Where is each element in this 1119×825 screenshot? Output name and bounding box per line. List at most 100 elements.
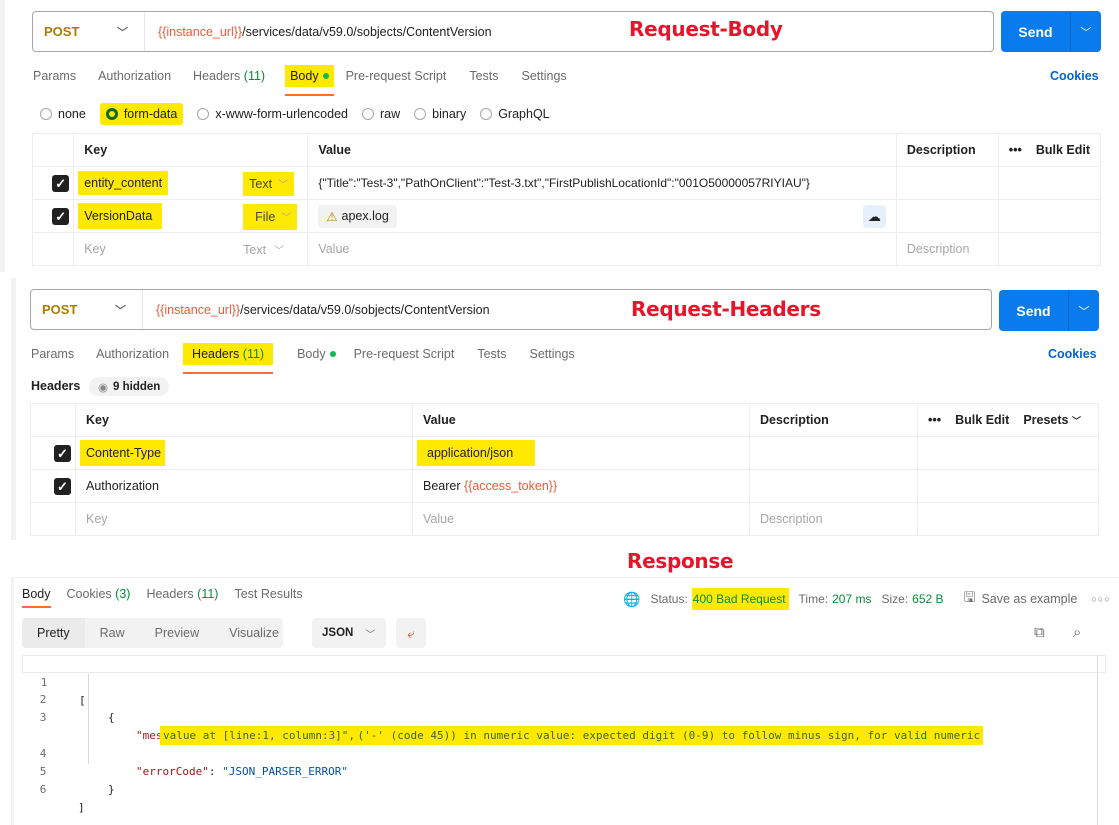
row-key[interactable]: entity_content xyxy=(73,166,234,200)
tab-body[interactable]: Body xyxy=(297,347,336,361)
row-value[interactable]: application/json xyxy=(412,436,750,470)
column-description: Description xyxy=(895,133,999,167)
tab-headers[interactable]: Headers (11) xyxy=(193,69,265,83)
url-bar: POST ﹀ {{instance_url}}/services/data/v5… xyxy=(32,11,994,52)
headers-section-label: Headers xyxy=(31,379,81,393)
response-tab-test-results[interactable]: Test Results xyxy=(234,587,302,601)
globe-lock-icon[interactable]: 🌐 xyxy=(623,591,640,608)
response-tab-cookies[interactable]: Cookies (3) xyxy=(67,587,131,601)
status-dot-icon xyxy=(329,351,336,357)
tab-authorization[interactable]: Authorization xyxy=(98,69,171,83)
headers-table: Key Value Description ••• Bulk Edit Preset… xyxy=(30,403,1099,536)
more-options-icon[interactable]: ••• xyxy=(928,413,941,427)
presets-dropdown[interactable]: Presets ﹀ xyxy=(1023,413,1081,427)
copy-icon[interactable]: ⧉ xyxy=(1034,624,1045,641)
response-body-code[interactable]: 1 [ 2 { 3 "message": "Unexpected charact… xyxy=(22,655,1106,814)
value-input[interactable]: Value xyxy=(307,232,897,266)
send-button[interactable]: Send ﹀ xyxy=(999,290,1099,331)
row-value[interactable]: {"Title":"Test-3","PathOnClient":"Test-3… xyxy=(307,166,897,200)
row-checkbox[interactable]: ✓ xyxy=(31,199,75,233)
response-tab-body[interactable]: Body xyxy=(22,587,51,608)
radio-form-data[interactable]: form-data xyxy=(99,103,184,125)
row-key[interactable]: Authorization xyxy=(75,469,413,503)
view-preview[interactable]: Preview xyxy=(140,618,214,648)
more-options-icon[interactable]: ○○○ xyxy=(1091,594,1110,604)
description-input[interactable]: Description xyxy=(749,502,918,536)
tab-body[interactable]: Body xyxy=(285,65,334,96)
radio-none[interactable]: none xyxy=(40,107,86,121)
bulk-edit-link[interactable]: Bulk Edit xyxy=(955,413,1009,427)
url-input[interactable]: {{instance_url}}/services/data/v59.0/sob… xyxy=(143,303,490,317)
tab-prerequest[interactable]: Pre-request Script xyxy=(354,347,455,361)
key-input[interactable]: Key xyxy=(75,502,413,536)
bulk-edit-link[interactable]: Bulk Edit xyxy=(1036,143,1090,157)
row-description[interactable] xyxy=(895,199,999,233)
warning-icon: ⚠ xyxy=(326,209,338,224)
radio-graphql[interactable]: GraphQL xyxy=(480,107,550,121)
tab-tests[interactable]: Tests xyxy=(469,69,498,83)
format-dropdown[interactable]: JSON ﹀ xyxy=(312,618,386,648)
size-value[interactable]: 652 B xyxy=(912,592,943,606)
row-description[interactable] xyxy=(749,436,918,470)
row-type-select[interactable]: File ﹀ xyxy=(233,199,309,233)
status-value[interactable]: 400 Bad Request xyxy=(691,588,789,610)
row-value[interactable]: Bearer {{access_token}} xyxy=(412,469,750,503)
tab-authorization[interactable]: Authorization xyxy=(96,347,169,361)
tab-params[interactable]: Params xyxy=(33,69,76,83)
cookies-link[interactable]: Cookies xyxy=(1050,69,1099,83)
description-input[interactable]: Description xyxy=(895,232,999,266)
view-raw[interactable]: Raw xyxy=(85,618,140,648)
cookies-link[interactable]: Cookies xyxy=(1048,347,1097,361)
presets-label: Presets xyxy=(1023,413,1069,427)
time-value[interactable]: 207 ms xyxy=(832,592,871,606)
row-checkbox[interactable]: ✓ xyxy=(30,436,76,470)
format-label: JSON xyxy=(322,627,354,639)
line-number: 6 xyxy=(22,781,62,799)
url-input[interactable]: {{instance_url}}/services/data/v59.0/sob… xyxy=(145,25,492,39)
view-pretty[interactable]: Pretty xyxy=(22,618,85,648)
tab-settings[interactable]: Settings xyxy=(530,347,575,361)
wrap-lines-icon[interactable]: ⤶ xyxy=(396,618,426,648)
row-description[interactable] xyxy=(895,166,999,200)
chevron-down-icon[interactable]: ﹀ xyxy=(1071,24,1101,40)
view-mode-selector: Pretty Raw Preview Visualize xyxy=(22,618,283,648)
row-actions xyxy=(917,469,1099,503)
row-key[interactable]: Content-Type xyxy=(75,436,413,470)
tab-prerequest[interactable]: Pre-request Script xyxy=(346,69,447,83)
row-description[interactable] xyxy=(749,469,918,503)
panel-edge xyxy=(0,0,5,272)
method-select[interactable]: POST ﹀ xyxy=(33,12,145,51)
row-actions xyxy=(997,199,1102,233)
file-chip[interactable]: ⚠ apex.log xyxy=(318,204,397,228)
radio-binary[interactable]: binary xyxy=(414,107,466,121)
cloud-upload-icon[interactable]: ☁ xyxy=(862,204,886,228)
tab-headers[interactable]: Headers (11) xyxy=(183,343,274,374)
chevron-down-icon[interactable]: ﹀ xyxy=(1069,303,1099,319)
radio-raw[interactable]: raw xyxy=(362,107,400,121)
code-line: 3 "message": "Unexpected character ('-' … xyxy=(22,691,1106,745)
hidden-headers-toggle[interactable]: ◉ 9 hidden xyxy=(89,377,170,396)
radio-urlencoded[interactable]: x-www-form-urlencoded xyxy=(197,107,348,121)
row-checkbox[interactable]: ✓ xyxy=(31,166,75,200)
row-checkbox[interactable]: ✓ xyxy=(30,469,76,503)
row-type-select[interactable]: Text ﹀ xyxy=(233,166,309,200)
more-options-icon[interactable]: ••• xyxy=(1009,143,1022,157)
save-as-example-button[interactable]: Save as example xyxy=(981,592,1077,606)
send-button[interactable]: Send ﹀ xyxy=(1001,11,1101,52)
tab-settings[interactable]: Settings xyxy=(522,69,567,83)
search-icon[interactable]: ⌕ xyxy=(1073,624,1081,641)
form-data-table: Key Value Description ••• Bulk Edit ✓ ent… xyxy=(31,133,1102,266)
row-key-text: VersionData xyxy=(78,203,163,229)
method-select[interactable]: POST ﹀ xyxy=(31,290,143,329)
value-input[interactable]: Value xyxy=(412,502,750,536)
key-input[interactable]: Key xyxy=(73,232,234,266)
tab-params[interactable]: Params xyxy=(31,347,74,361)
type-select[interactable]: Text ﹀ xyxy=(233,232,309,266)
send-label: Send xyxy=(1016,302,1051,319)
table-row: ✓ Authorization Bearer {{access_token}} xyxy=(30,469,1099,503)
vertical-scrollbar[interactable] xyxy=(1097,655,1098,825)
tab-tests[interactable]: Tests xyxy=(477,347,506,361)
response-tab-headers[interactable]: Headers (11) xyxy=(146,587,218,601)
view-visualize[interactable]: Visualize xyxy=(214,618,294,648)
row-key[interactable]: VersionData xyxy=(73,199,234,233)
